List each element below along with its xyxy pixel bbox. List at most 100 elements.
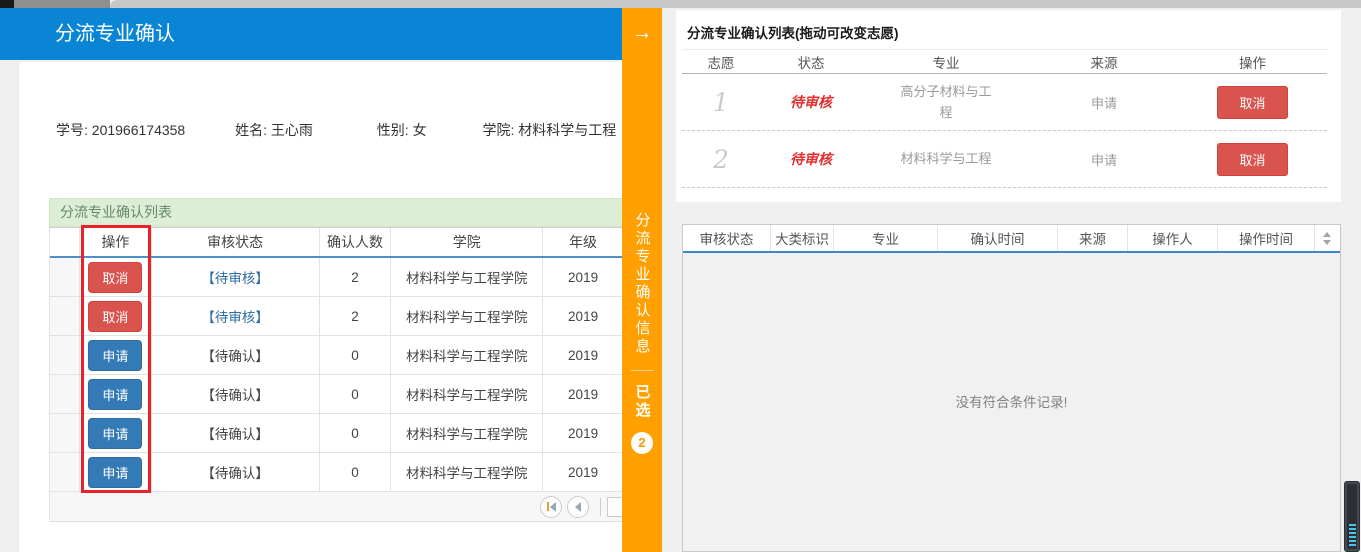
table-row: 取消 【待审核】 2 材料科学与工程学院 2019 <box>50 258 622 297</box>
header-category-flag: 大类标识 <box>771 225 834 251</box>
row-action-button[interactable]: 取消 <box>88 300 143 332</box>
wish-table-header-row: 志愿 状态 专业 来源 操作 <box>682 49 1327 74</box>
confirm-table-header-row: 操作 审核状态 确认人数 学院 年级 <box>50 228 622 258</box>
header-operator: 操作人 <box>1128 225 1218 251</box>
action-cell: 取消 <box>80 258 152 296</box>
table-row: 取消 【待审核】 2 材料科学与工程学院 2019 <box>50 297 622 336</box>
college-cell: 材料科学与工程学院 <box>391 414 544 452</box>
row-select-cell <box>50 258 80 296</box>
header-wish-rank: 志愿 <box>707 55 735 71</box>
page-number-input[interactable] <box>607 496 622 517</box>
drawer-divider <box>631 370 653 371</box>
scroll-dash <box>1348 536 1356 538</box>
header-source: 来源 <box>1058 225 1128 251</box>
wish-major-text: 高分子材料与工程 <box>900 83 992 120</box>
scroll-up-icon[interactable] <box>1322 231 1331 237</box>
wish-source: 申请 <box>1090 152 1117 168</box>
status-cell: 【待确认】 <box>152 336 320 374</box>
row-action-button[interactable]: 取消 <box>88 261 143 293</box>
wish-list-card: 分流专业确认列表(拖动可改变志愿) 志愿 状态 专业 来源 操作 1 待审核 高… <box>676 10 1341 202</box>
status-link[interactable]: 【待确认】 <box>201 384 269 404</box>
prev-page-button[interactable] <box>567 495 589 518</box>
row-select-cell <box>50 414 80 452</box>
status-link[interactable]: 【待审核】 <box>201 306 269 326</box>
header-wish-source: 来源 <box>1090 55 1118 71</box>
row-action-button[interactable]: 申请 <box>88 456 143 488</box>
header-confirm-time: 确认时间 <box>938 225 1058 251</box>
left-panel-card: 学号: 201966174358 姓名: 王心雨 性别: 女 学院: 材料科学与… <box>18 62 622 552</box>
drawer-tab[interactable]: → 分流专业确认信息 已选 2 <box>622 8 662 552</box>
scroll-dash <box>1348 528 1356 530</box>
history-table: 审核状态 大类标识 专业 确认时间 来源 操作人 操作时间 没有符合条件记录! <box>682 224 1341 552</box>
row-select-cell <box>50 453 80 491</box>
first-page-triangle-icon <box>549 501 556 512</box>
page-title: 分流专业确认 <box>55 23 175 45</box>
app-screen: 分流专业确认 学号: 201966174358 姓名: 王心雨 性别: 女 学院… <box>0 0 1361 552</box>
count-cell: 0 <box>320 336 392 374</box>
window-edge-light <box>110 0 1361 8</box>
wish-major: 材料科学与工程 <box>862 148 1030 169</box>
college-cell: 材料科学与工程学院 <box>391 258 544 296</box>
status-link[interactable]: 【待确认】 <box>201 423 269 443</box>
wish-rank: 1 <box>713 87 729 117</box>
student-info-item: 学院: 材料科学与工程 <box>482 122 616 138</box>
action-cell: 申请 <box>80 336 152 374</box>
scroll-dash <box>1348 544 1356 546</box>
floating-scroll-widget[interactable] <box>1344 481 1360 552</box>
status-cell: 【待审核】 <box>152 297 320 335</box>
status-cell: 【待确认】 <box>152 375 320 413</box>
student-info-item: 性别: 女 <box>377 122 431 138</box>
status-cell: 【待审核】 <box>152 258 320 296</box>
action-cell: 取消 <box>80 297 152 335</box>
row-action-button[interactable]: 申请 <box>88 417 143 449</box>
first-page-icon <box>546 502 549 511</box>
action-cell: 申请 <box>80 453 152 491</box>
grade-cell: 2019 <box>568 269 599 285</box>
count-cell: 0 <box>320 375 392 413</box>
header-wish-status: 状态 <box>797 55 825 71</box>
table-row: 申请 【待确认】 0 材料科学与工程学院 2019 <box>50 375 622 414</box>
row-action-button[interactable]: 申请 <box>88 378 143 410</box>
scroll-down-icon[interactable] <box>1322 239 1331 245</box>
header-review-status: 审核状态 <box>683 225 771 251</box>
first-page-button[interactable] <box>540 495 562 518</box>
scroll-dash <box>1348 524 1356 526</box>
status-link[interactable]: 【待审核】 <box>201 267 269 287</box>
history-table-body: 没有符合条件记录! <box>683 253 1340 549</box>
wish-row[interactable]: 2 待审核 材料科学与工程 申请 取消 <box>682 131 1327 188</box>
confirm-list-table: 操作 审核状态 确认人数 学院 年级 取消 【待审核】 2 材料科学与工程学院 <box>49 227 622 522</box>
table-pager <box>50 492 622 522</box>
header-confirm-count: 确认人数 <box>320 228 392 256</box>
window-top-edge <box>0 0 1361 8</box>
expand-arrow-icon[interactable]: → <box>622 21 662 45</box>
grade-cell: 2019 <box>568 425 599 441</box>
action-cell: 申请 <box>80 414 152 452</box>
wish-action-cell: 取消 <box>1178 85 1327 119</box>
pager-divider <box>600 497 601 516</box>
wish-major: 高分子材料与工程 <box>862 81 1030 124</box>
table-row: 申请 【待确认】 0 材料科学与工程学院 2019 <box>50 453 622 492</box>
wish-status: 待审核 <box>790 151 832 167</box>
status-link[interactable]: 【待确认】 <box>201 462 269 482</box>
row-action-button[interactable]: 申请 <box>88 339 143 371</box>
grade-cell: 2019 <box>568 464 599 480</box>
college-cell: 材料科学与工程学院 <box>391 453 544 491</box>
list-section-header: 分流专业确认列表 <box>49 198 622 227</box>
info-value: 201966174358 <box>91 122 186 138</box>
wish-source: 申请 <box>1090 95 1117 111</box>
empty-records-message: 没有符合条件记录! <box>955 395 1068 410</box>
status-link[interactable]: 【待确认】 <box>201 345 269 365</box>
wish-row[interactable]: 1 待审核 高分子材料与工程 申请 取消 <box>682 74 1327 131</box>
student-info-row: 学号: 201966174358 姓名: 王心雨 性别: 女 学院: 材料科学与… <box>56 120 616 140</box>
grade-cell: 2019 <box>568 386 599 402</box>
action-cell: 申请 <box>80 375 152 413</box>
row-select-cell <box>50 336 80 374</box>
header-wish-action: 操作 <box>1239 55 1266 71</box>
wish-cancel-button[interactable]: 取消 <box>1217 142 1288 176</box>
wish-cancel-button[interactable]: 取消 <box>1217 85 1288 119</box>
window-edge-mid <box>14 0 110 8</box>
selected-count-badge: 2 <box>631 432 653 454</box>
count-cell: 2 <box>320 258 392 296</box>
scroll-widget-track <box>1347 484 1357 549</box>
header-operate-time: 操作时间 <box>1218 225 1315 251</box>
